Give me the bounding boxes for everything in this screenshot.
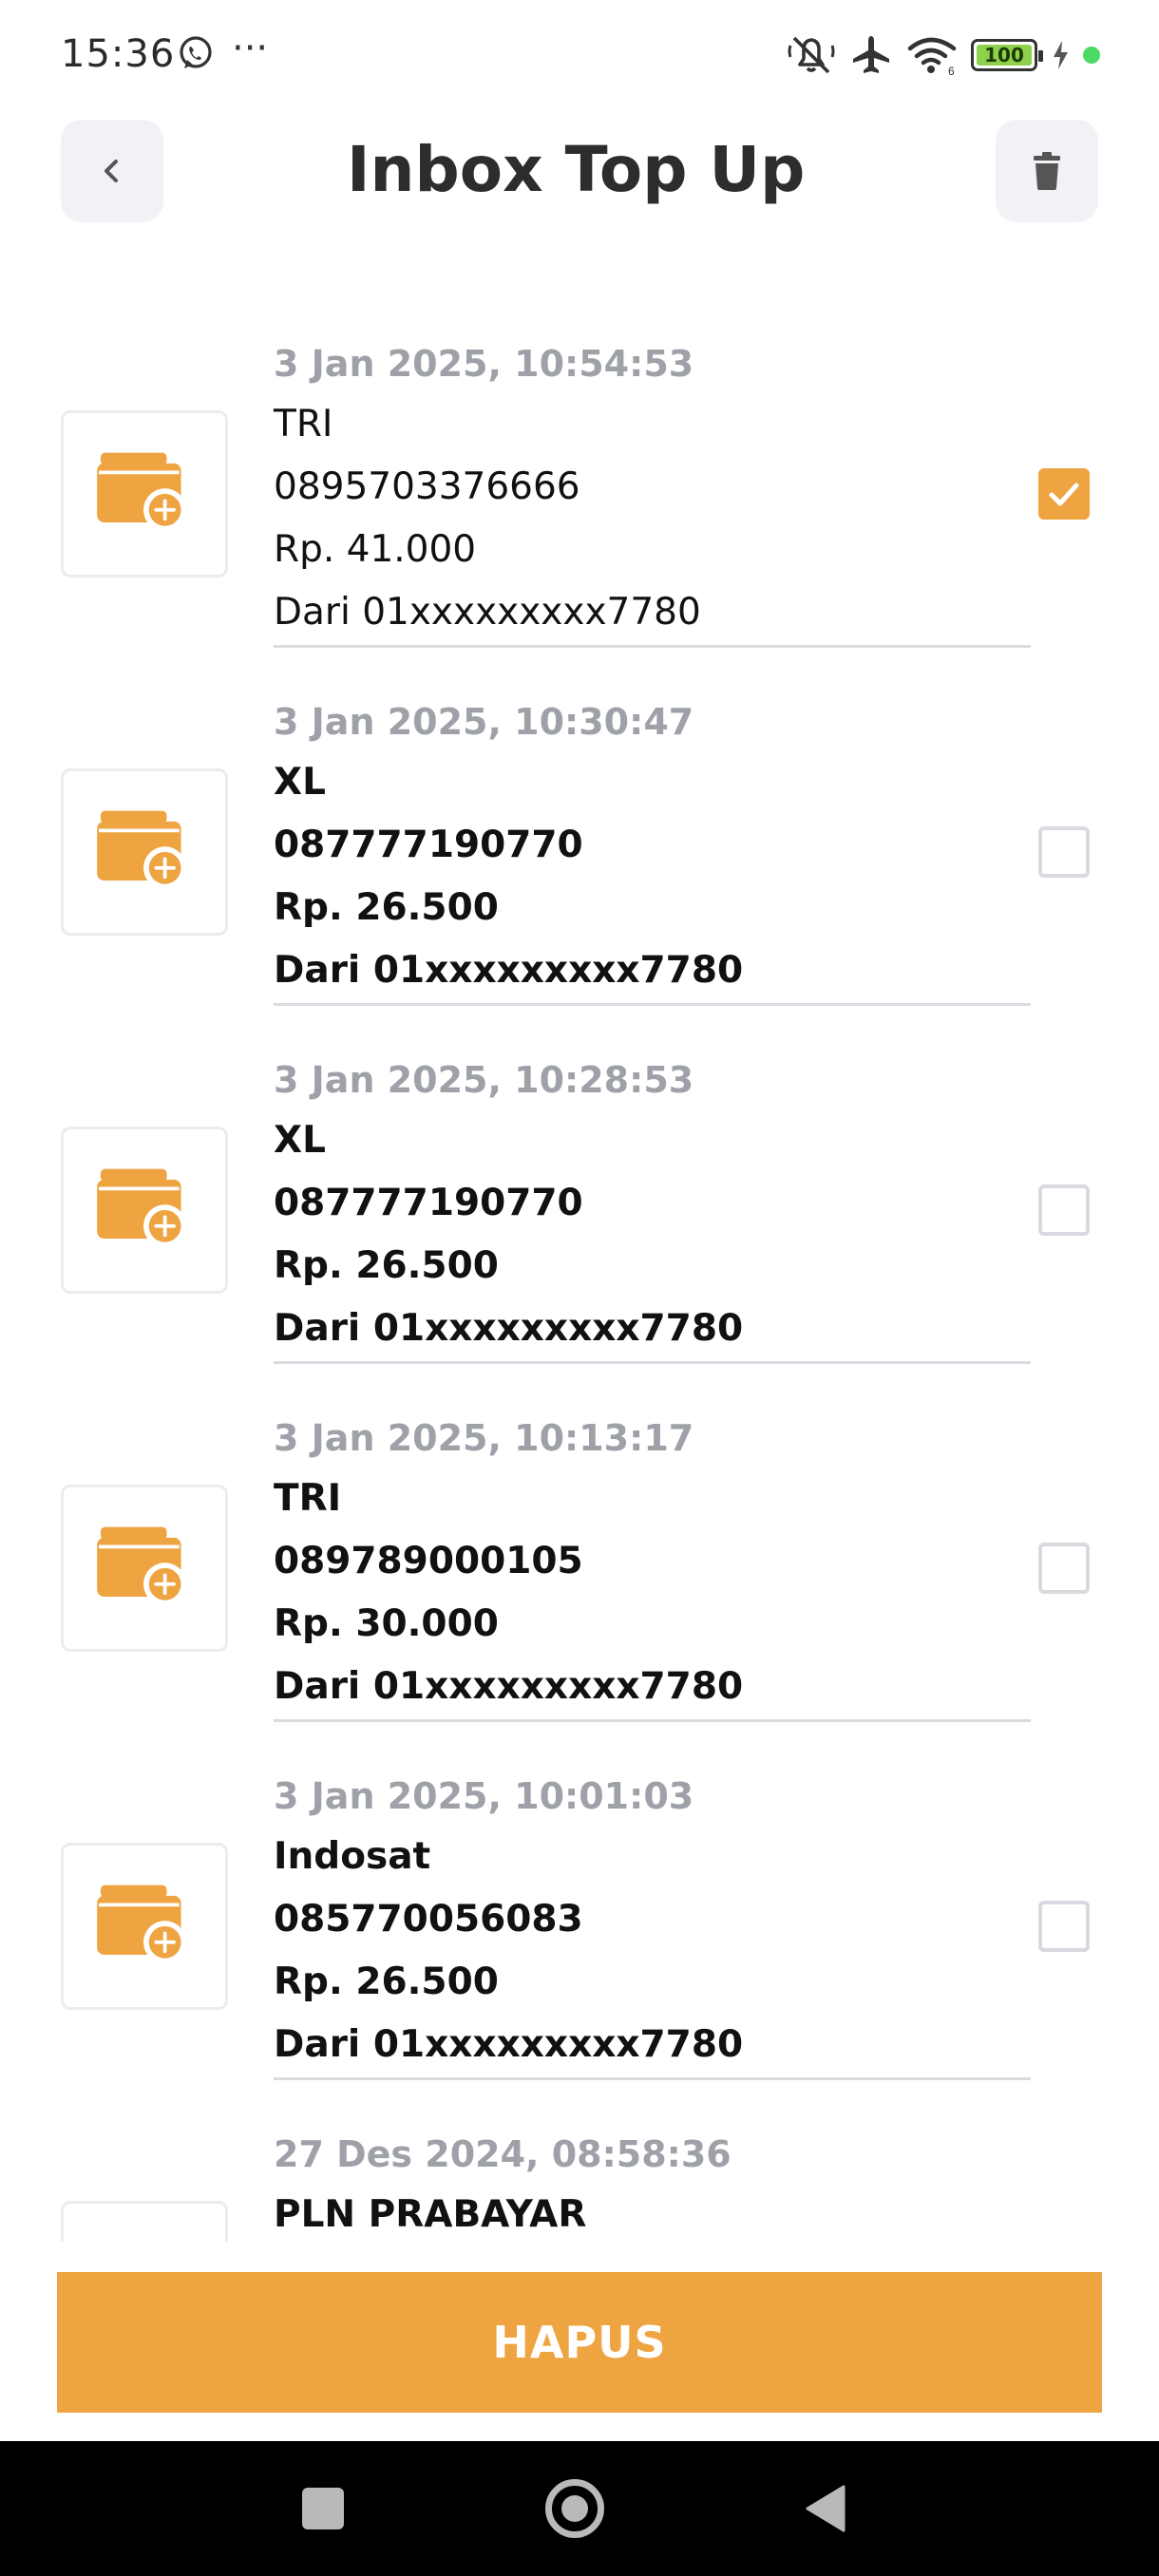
item-source: Dari 01xxxxxxxxx7780 (274, 591, 701, 634)
list-item[interactable]: 3 Jan 2025, 10:54:53 TRI 0895703376666 Rp. … (0, 313, 1159, 672)
privacy-indicator-dot (1083, 47, 1100, 64)
battery-icon: 100 (971, 39, 1043, 71)
system-nav-bar (0, 2441, 1159, 2576)
item-amount: Rp. 30.000 (274, 1602, 499, 1645)
back-button[interactable] (61, 120, 163, 222)
checkmark-icon (1045, 475, 1083, 513)
wifi-icon: 6 (907, 37, 957, 77)
item-date: 3 Jan 2025, 10:28:53 (274, 1059, 694, 1101)
item-divider (274, 1719, 1031, 1722)
item-provider: TRI (274, 1477, 342, 1520)
wallet-add-icon (95, 2238, 194, 2242)
mute-icon (788, 36, 835, 74)
topup-icon-box (61, 1127, 228, 1294)
topup-icon-box (61, 768, 228, 936)
item-phone: 087777190770 (274, 1182, 583, 1224)
list-item[interactable]: 27 Des 2024, 08:58:36 PLN PRABAYAR (0, 2104, 1159, 2242)
item-details: 3 Jan 2025, 10:13:17 TRI 089789000105 Rp. 3… (274, 1409, 1030, 1718)
item-checkbox[interactable] (1038, 1901, 1090, 1952)
wallet-add-icon (95, 1880, 194, 1973)
item-phone: 0895703376666 (274, 465, 580, 508)
list-item[interactable]: 3 Jan 2025, 10:28:53 XL 087777190770 Rp. 26… (0, 1030, 1159, 1389)
item-checkbox-checked[interactable] (1038, 468, 1090, 520)
wallet-add-icon (95, 1522, 194, 1615)
item-amount: Rp. 41.000 (274, 528, 477, 571)
item-phone: 087777190770 (274, 824, 583, 866)
item-provider: Indosat (274, 1835, 431, 1878)
header: Inbox Top Up (0, 112, 1159, 236)
item-date: 27 Des 2024, 08:58:36 (274, 2133, 732, 2175)
item-details: 3 Jan 2025, 10:30:47 XL 087777190770 Rp. 26… (274, 692, 1030, 1002)
item-date: 3 Jan 2025, 10:01:03 (274, 1775, 694, 1817)
delete-all-button[interactable] (996, 120, 1098, 222)
item-source: Dari 01xxxxxxxxx7780 (274, 949, 744, 992)
list-item[interactable]: 3 Jan 2025, 10:01:03 Indosat 085770056083 R… (0, 1746, 1159, 2105)
wallet-add-icon (95, 1164, 194, 1257)
airplane-icon (853, 36, 889, 73)
topup-icon-box (61, 1843, 228, 2010)
wallet-add-icon (95, 805, 194, 899)
item-checkbox[interactable] (1038, 826, 1090, 878)
wifi-label: 6 (948, 65, 955, 77)
item-date: 3 Jan 2025, 10:13:17 (274, 1417, 694, 1459)
topup-icon-box (61, 2201, 228, 2242)
whatsapp-icon (180, 36, 212, 68)
status-time: 15:36 (61, 32, 176, 76)
trash-icon (1034, 152, 1060, 190)
recents-icon[interactable] (302, 2488, 344, 2529)
charging-icon (1054, 41, 1068, 69)
item-checkbox[interactable] (1038, 1543, 1090, 1594)
item-divider (274, 2077, 1031, 2080)
status-icons: 6 100 (787, 28, 1100, 82)
topup-icon-box (61, 1485, 228, 1652)
item-date: 3 Jan 2025, 10:54:53 (274, 343, 694, 385)
item-checkbox[interactable] (1038, 1184, 1090, 1236)
wallet-add-icon (95, 447, 194, 540)
home-icon[interactable] (545, 2479, 604, 2538)
delete-button[interactable]: HAPUS (57, 2272, 1102, 2413)
item-details: 3 Jan 2025, 10:01:03 Indosat 085770056083 R… (274, 1767, 1030, 2076)
item-amount: Rp. 26.500 (274, 886, 499, 929)
item-amount: Rp. 26.500 (274, 1244, 499, 1287)
chevron-left-icon (104, 160, 118, 182)
item-provider: PLN PRABAYAR (274, 2193, 587, 2236)
item-divider (274, 1361, 1031, 1364)
item-details: 3 Jan 2025, 10:28:53 XL 087777190770 Rp. 26… (274, 1051, 1030, 1360)
more-icon: ··· (232, 27, 269, 70)
item-divider (274, 645, 1031, 648)
item-source: Dari 01xxxxxxxxx7780 (274, 2023, 744, 2066)
item-details: 3 Jan 2025, 10:54:53 TRI 0895703376666 Rp. … (274, 334, 1030, 644)
battery-level: 100 (977, 44, 1032, 66)
item-phone: 089789000105 (274, 1540, 583, 1582)
topup-inbox-list[interactable]: 3 Jan 2025, 10:54:53 TRI 0895703376666 Rp. … (0, 313, 1159, 2242)
item-provider: XL (274, 761, 326, 804)
item-provider: TRI (274, 403, 333, 445)
item-provider: XL (274, 1119, 326, 1162)
list-item[interactable]: 3 Jan 2025, 10:30:47 XL 087777190770 Rp. 26… (0, 672, 1159, 1031)
status-bar: 15:36 ··· 6 100 (0, 0, 1159, 112)
page-title: Inbox Top Up (347, 133, 806, 206)
item-source: Dari 01xxxxxxxxx7780 (274, 1665, 744, 1708)
back-icon[interactable] (804, 2483, 847, 2534)
item-amount: Rp. 26.500 (274, 1960, 499, 2003)
topup-icon-box (61, 410, 228, 578)
item-details: 27 Des 2024, 08:58:36 PLN PRABAYAR (274, 2125, 1030, 2242)
list-item[interactable]: 3 Jan 2025, 10:13:17 TRI 089789000105 Rp. 3… (0, 1388, 1159, 1747)
item-phone: 085770056083 (274, 1898, 583, 1941)
item-source: Dari 01xxxxxxxxx7780 (274, 1307, 744, 1350)
item-divider (274, 1003, 1031, 1006)
item-date: 3 Jan 2025, 10:30:47 (274, 701, 694, 743)
